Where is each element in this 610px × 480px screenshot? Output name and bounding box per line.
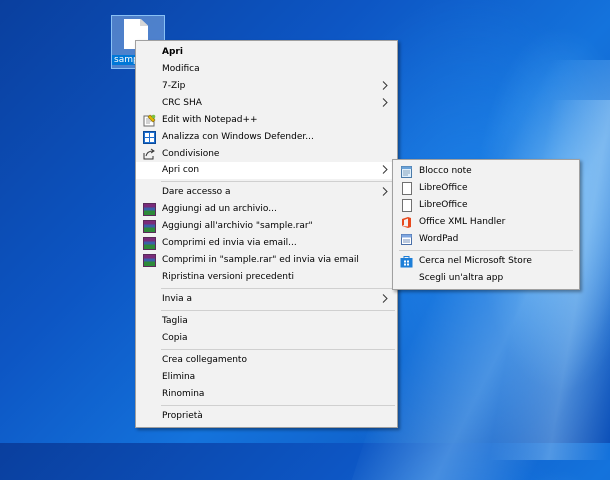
chevron-right-icon xyxy=(382,98,388,107)
submenu-item-label: Office XML Handler xyxy=(419,217,506,227)
chevron-right-icon xyxy=(382,81,388,90)
menu-item-label: Edit with Notepad++ xyxy=(162,115,258,125)
menu-item-add-archive[interactable]: Aggiungi ad un archivio... xyxy=(136,201,397,218)
menu-item-label: Rinomina xyxy=(162,389,205,399)
menu-item-add-to-sample-rar[interactable]: Aggiungi all'archivio "sample.rar" xyxy=(136,218,397,235)
menu-item-label: Comprimi ed invia via email... xyxy=(162,238,297,248)
submenu-item-microsoft-store[interactable]: Cerca nel Microsoft Store xyxy=(393,253,579,270)
submenu-item-label: Scegli un'altra app xyxy=(419,273,504,283)
chevron-right-icon xyxy=(382,165,388,174)
menu-item-7zip[interactable]: 7-Zip xyxy=(136,78,397,95)
menu-item-label: Taglia xyxy=(162,316,188,326)
menu-item-give-access[interactable]: Dare accesso a xyxy=(136,184,397,201)
menu-item-send-to[interactable]: Invia a xyxy=(136,291,397,308)
menu-item-label: Apri xyxy=(162,47,183,57)
menu-item-open-with[interactable]: Apri con xyxy=(136,162,397,179)
menu-item-share[interactable]: Condivisione xyxy=(136,146,397,163)
submenu-item-label: Blocco note xyxy=(419,166,472,176)
menu-item-label: Copia xyxy=(162,333,188,343)
submenu-item-label: LibreOffice xyxy=(419,200,468,210)
menu-separator xyxy=(161,181,395,182)
context-menu: Apri Modifica 7-Zip CRC SHA Edit with No… xyxy=(135,40,398,428)
menu-separator xyxy=(161,349,395,350)
document-icon xyxy=(402,182,412,195)
menu-separator xyxy=(161,405,395,406)
chevron-right-icon xyxy=(382,294,388,303)
submenu-item-office-xml-handler[interactable]: Office XML Handler xyxy=(393,214,579,231)
menu-item-rename[interactable]: Rinomina xyxy=(136,386,397,403)
winrar-icon xyxy=(143,254,156,267)
menu-item-label: Aggiungi ad un archivio... xyxy=(162,204,277,214)
menu-item-label: Dare accesso a xyxy=(162,187,231,197)
notepad-plus-icon xyxy=(143,114,156,127)
menu-item-label: Modifica xyxy=(162,64,200,74)
open-with-submenu: Blocco note LibreOffice LibreOffice Offi… xyxy=(392,159,580,290)
menu-item-label: Proprietà xyxy=(162,411,203,421)
share-icon xyxy=(143,148,155,160)
menu-item-compress-email[interactable]: Comprimi ed invia via email... xyxy=(136,235,397,252)
menu-item-label: Crea collegamento xyxy=(162,355,247,365)
menu-item-windows-defender[interactable]: Analizza con Windows Defender... xyxy=(136,129,397,146)
submenu-item-wordpad[interactable]: WordPad xyxy=(393,231,579,248)
menu-item-delete[interactable]: Elimina xyxy=(136,369,397,386)
menu-item-label: Comprimi in "sample.rar" ed invia via em… xyxy=(162,255,359,265)
submenu-item-choose-another-app[interactable]: Scegli un'altra app xyxy=(393,270,579,287)
menu-item-label: Aggiungi all'archivio "sample.rar" xyxy=(162,221,313,231)
menu-item-properties[interactable]: Proprietà xyxy=(136,408,397,425)
menu-item-label: Elimina xyxy=(162,372,196,382)
menu-separator xyxy=(399,250,573,251)
submenu-item-notepad[interactable]: Blocco note xyxy=(393,163,579,180)
submenu-item-label: LibreOffice xyxy=(419,183,468,193)
wordpad-icon xyxy=(401,234,412,245)
menu-item-label: Invia a xyxy=(162,294,193,304)
document-icon xyxy=(402,199,412,212)
menu-item-crc-sha[interactable]: CRC SHA xyxy=(136,95,397,112)
submenu-item-libreoffice[interactable]: LibreOffice xyxy=(393,197,579,214)
submenu-item-label: Cerca nel Microsoft Store xyxy=(419,256,532,266)
menu-item-open[interactable]: Apri xyxy=(136,44,397,61)
windows-defender-icon xyxy=(143,131,156,144)
menu-item-create-shortcut[interactable]: Crea collegamento xyxy=(136,352,397,369)
menu-item-label: CRC SHA xyxy=(162,98,202,108)
menu-item-label: Apri con xyxy=(162,165,200,175)
menu-item-copy[interactable]: Copia xyxy=(136,330,397,347)
menu-item-label: Condivisione xyxy=(162,149,220,159)
menu-item-compress-sample-rar-email[interactable]: Comprimi in "sample.rar" ed invia via em… xyxy=(136,252,397,269)
winrar-icon xyxy=(143,220,156,233)
menu-item-label: 7-Zip xyxy=(162,81,186,91)
menu-separator xyxy=(161,288,395,289)
submenu-item-libreoffice[interactable]: LibreOffice xyxy=(393,180,579,197)
menu-item-edit-notepad-plus[interactable]: Edit with Notepad++ xyxy=(136,112,397,129)
notepad-icon xyxy=(401,166,412,178)
chevron-right-icon xyxy=(382,187,388,196)
menu-item-cut[interactable]: Taglia xyxy=(136,313,397,330)
menu-item-restore-versions[interactable]: Ripristina versioni precedenti xyxy=(136,269,397,286)
menu-item-edit[interactable]: Modifica xyxy=(136,61,397,78)
submenu-item-label: WordPad xyxy=(419,234,459,244)
menu-item-label: Ripristina versioni precedenti xyxy=(162,272,295,282)
office-icon xyxy=(402,217,411,228)
menu-item-label: Analizza con Windows Defender... xyxy=(162,132,314,142)
winrar-icon xyxy=(143,237,156,250)
store-icon xyxy=(400,256,413,268)
menu-separator xyxy=(161,310,395,311)
winrar-icon xyxy=(143,203,156,216)
